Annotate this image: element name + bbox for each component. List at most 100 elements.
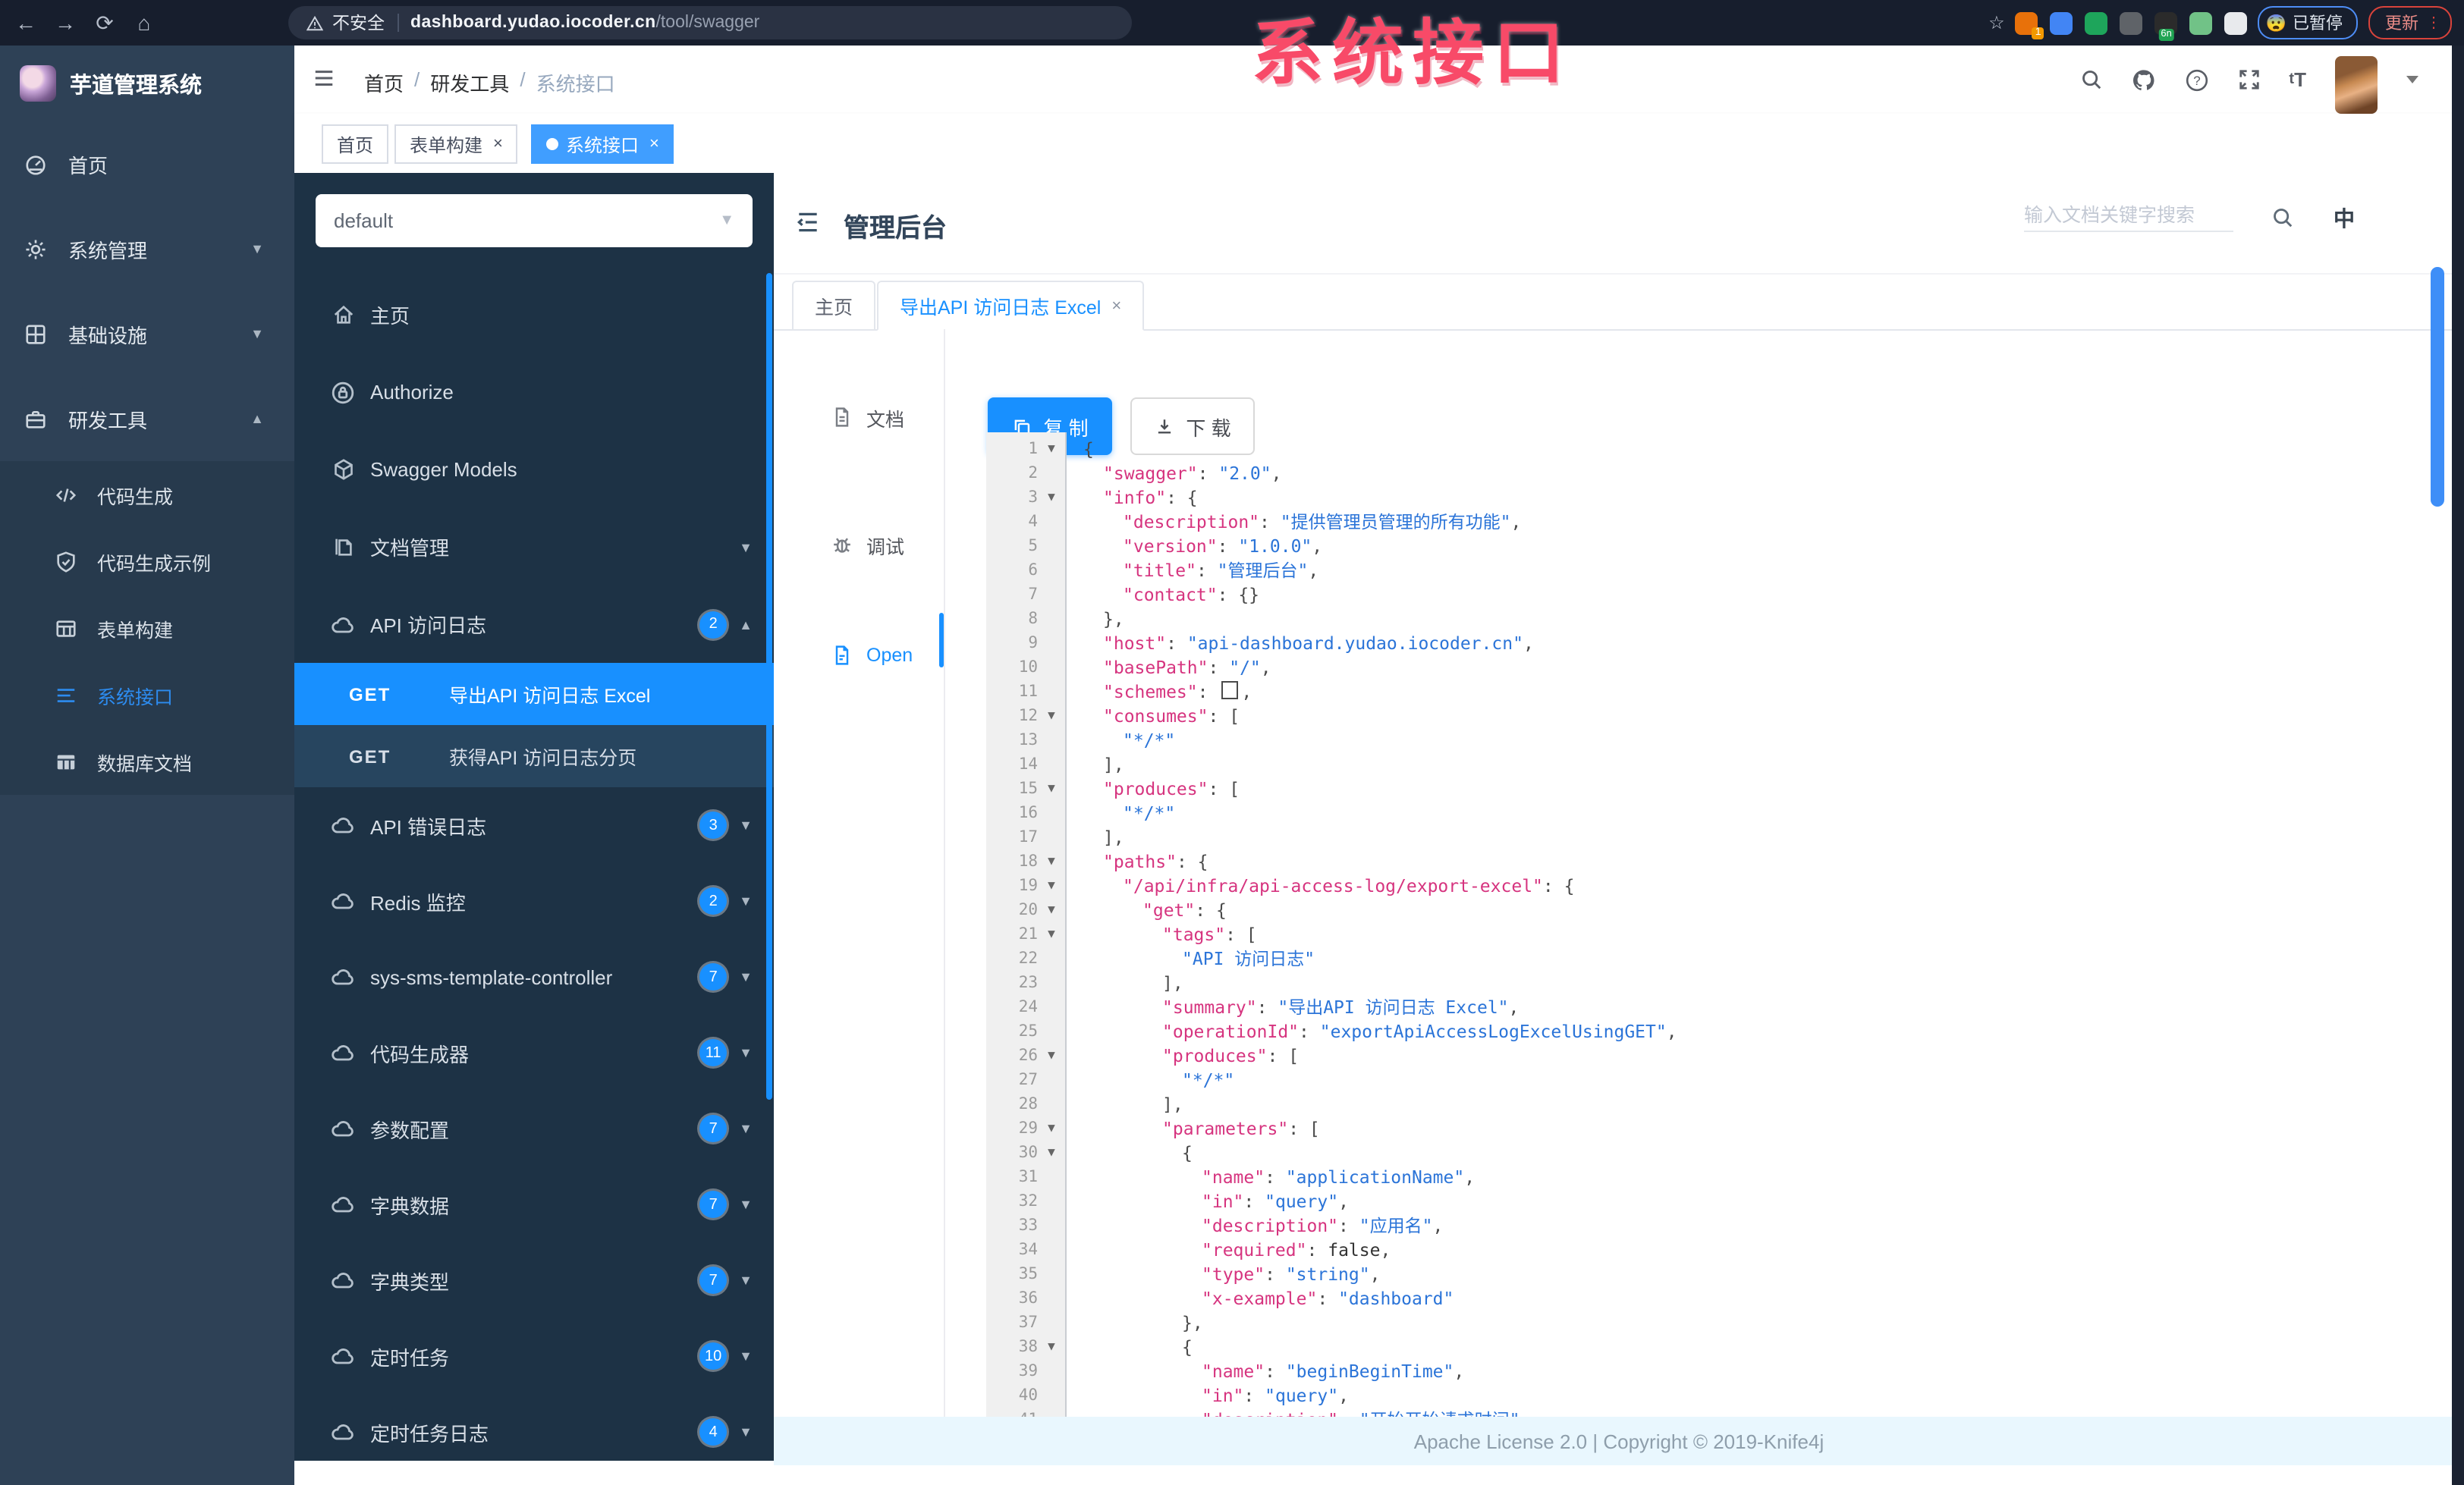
fold-icon[interactable]: ▼ <box>1038 898 1065 922</box>
ext-grid[interactable] <box>2120 11 2143 34</box>
tag-系统接口[interactable]: 系统接口 × <box>531 124 674 164</box>
swagger-menu-4[interactable]: API 访问日志 2 ▲ <box>294 586 774 663</box>
fold-icon[interactable]: ▼ <box>1038 1044 1065 1068</box>
code-text: "type": "string", <box>1202 1264 1381 1285</box>
sidebar-subitem-0[interactable]: 代码生成 <box>0 461 294 528</box>
sidebar-item-2[interactable]: 基础设施 ▼ <box>0 291 294 376</box>
window-scrollbar[interactable] <box>2452 46 2464 1484</box>
fold-icon[interactable]: ▼ <box>1038 437 1065 461</box>
ext-dark[interactable]: 6n <box>2154 11 2178 40</box>
fold-icon[interactable]: ▼ <box>1038 1116 1065 1141</box>
fold-icon[interactable]: ▼ <box>1038 704 1065 728</box>
doc-search-input[interactable] <box>2024 200 2233 232</box>
app-logo[interactable]: 芋道管理系统 <box>0 46 294 121</box>
fold-icon[interactable]: ▼ <box>1038 1141 1065 1165</box>
sidebar-item-0[interactable]: 首页 <box>0 121 294 206</box>
tag-首页[interactable]: 首页 <box>322 124 389 164</box>
code-line-16: 16 "*/*" <box>986 801 2412 825</box>
swagger-sidebar-scrollbar[interactable] <box>766 273 772 1100</box>
sidebar-subitem-4[interactable]: 数据库文档 <box>0 728 294 795</box>
home-icon[interactable]: ⌂ <box>124 3 164 42</box>
screen: ← → ⟳ ⌂ 不安全 dashboard.yudao.iocoder.cn/t… <box>0 0 2464 1485</box>
code-editor[interactable]: 1 ▼{2 "swagger": "2.0", 3 ▼ "info": {4 "descri… <box>986 437 2412 1432</box>
language-toggle[interactable]: 中 <box>2334 203 2355 234</box>
breadcrumb-item-0[interactable]: 首页 <box>364 68 404 97</box>
forward-icon[interactable]: → <box>46 3 85 42</box>
bookmark-star-icon[interactable]: ☆ <box>1988 12 2005 33</box>
doc-tab-0[interactable]: 主页 <box>792 281 876 331</box>
swagger-menu-3[interactable]: 文档管理 ▼ <box>294 508 774 586</box>
swagger-menu-2[interactable]: Swagger Models <box>294 431 774 508</box>
user-menu-caret-icon[interactable] <box>2406 76 2418 83</box>
swagger-group-4[interactable]: 参数配置 7 ▼ <box>294 1091 774 1166</box>
line-number: 16 <box>1018 804 1038 822</box>
fold-icon[interactable]: ▼ <box>1038 922 1065 947</box>
breadcrumb-item-1[interactable]: 研发工具 <box>430 68 509 97</box>
swagger-menu-1[interactable]: Authorize <box>294 353 774 431</box>
swagger-group-2[interactable]: sys-sms-template-controller 7 ▼ <box>294 939 774 1015</box>
doc-tab-1[interactable]: 导出API 访问日志 Excel × <box>877 281 1145 331</box>
fold-icon[interactable]: ▼ <box>1038 485 1065 510</box>
rail-item-Open[interactable]: Open <box>774 625 944 686</box>
sidebar-subitem-3[interactable]: 系统接口 <box>0 661 294 728</box>
rail-item-文档[interactable]: 文档 <box>774 387 944 447</box>
code-text: ], <box>1162 972 1183 994</box>
paused-extension-pill[interactable]: 😨 已暂停 <box>2258 6 2358 39</box>
swagger-group-6[interactable]: 字典类型 7 ▼ <box>294 1242 774 1318</box>
help-icon[interactable]: ? <box>2184 68 2208 92</box>
code-text: { <box>1182 1142 1193 1163</box>
ext-green-ring[interactable] <box>2085 11 2108 34</box>
content-scrollbar-thumb[interactable] <box>2431 267 2444 507</box>
fold-icon <box>1038 1286 1065 1311</box>
fold-icon[interactable]: ▼ <box>1038 849 1065 874</box>
fold-icon[interactable]: ▼ <box>1038 777 1065 801</box>
back-icon[interactable]: ← <box>6 3 46 42</box>
ext-pin[interactable] <box>2050 11 2073 34</box>
doc-tab-close-icon[interactable]: × <box>1111 297 1121 315</box>
fold-icon[interactable]: ▼ <box>1038 874 1065 898</box>
rail-item-调试[interactable]: 调试 <box>774 514 944 575</box>
operation-row-1[interactable]: GET 获得API 访问日志分页 <box>294 725 774 787</box>
github-icon[interactable] <box>2131 68 2155 92</box>
rail-active-indicator <box>939 613 944 667</box>
swagger-group-8[interactable]: 定时任务日志 4 ▼ <box>294 1394 774 1461</box>
swagger-group-1[interactable]: Redis 监控 2 ▼ <box>294 863 774 939</box>
update-button[interactable]: 更新 ⋮ <box>2368 6 2452 39</box>
reload-icon[interactable]: ⟳ <box>85 3 124 42</box>
paused-emoji: 😨 <box>2265 14 2286 33</box>
sidebar-subitem-1[interactable]: 代码生成示例 <box>0 528 294 595</box>
ext-light[interactable] <box>2224 11 2248 34</box>
code-text: "name": "applicationName", <box>1202 1166 1476 1188</box>
collapse-menu-icon[interactable] <box>795 209 821 235</box>
fullscreen-icon[interactable] <box>2237 68 2260 91</box>
security-label[interactable]: 不安全 <box>332 11 385 35</box>
address-bar[interactable]: 不安全 dashboard.yudao.iocoder.cn/tool/swag… <box>288 6 1132 39</box>
operation-row-0[interactable]: GET 导出API 访问日志 Excel <box>294 663 774 725</box>
tag-close-icon[interactable]: × <box>649 135 659 153</box>
sidebar-subitem-2[interactable]: 表单构建 <box>0 595 294 661</box>
tag-表单构建[interactable]: 表单构建 × <box>394 124 518 164</box>
swagger-group-label: 定时任务 <box>370 1346 450 1369</box>
fold-icon[interactable]: ▼ <box>1038 1335 1065 1359</box>
code-text: "summary": "导出API 访问日志 Excel", <box>1162 997 1520 1018</box>
font-size-icon[interactable]: tT <box>2289 68 2306 91</box>
swagger-menu-0[interactable]: 主页 <box>294 276 774 353</box>
group-select[interactable]: default ▼ <box>316 194 753 247</box>
ext-leaf[interactable] <box>2189 11 2213 34</box>
doc-search-icon[interactable] <box>2271 206 2294 229</box>
sidebar-item-label: 首页 <box>68 154 108 177</box>
avatar[interactable] <box>2335 55 2378 113</box>
ext-orange[interactable]: 1 <box>2015 11 2044 39</box>
swagger-group-0[interactable]: API 错误日志 3 ▼ <box>294 787 774 863</box>
swagger-group-7[interactable]: 定时任务 10 ▼ <box>294 1318 774 1394</box>
sidebar-item-3[interactable]: 研发工具 ▲ <box>0 376 294 461</box>
sidebar-item-1[interactable]: 系统管理 ▼ <box>0 206 294 291</box>
browser-menu-icon[interactable]: ⋮ <box>2426 14 2441 31</box>
sidebar-menu: 首页系统管理 ▼ 基础设施 ▼ 研发工具 ▲ <box>0 121 294 461</box>
hamburger-icon[interactable] <box>313 67 335 89</box>
search-icon[interactable] <box>2079 68 2102 91</box>
swagger-group-3[interactable]: 代码生成器 11 ▼ <box>294 1015 774 1091</box>
tag-close-icon[interactable]: × <box>493 135 503 153</box>
code-text: "host": "api-dashboard.yudao.iocoder.cn"… <box>1103 633 1534 654</box>
swagger-group-5[interactable]: 字典数据 7 ▼ <box>294 1166 774 1242</box>
